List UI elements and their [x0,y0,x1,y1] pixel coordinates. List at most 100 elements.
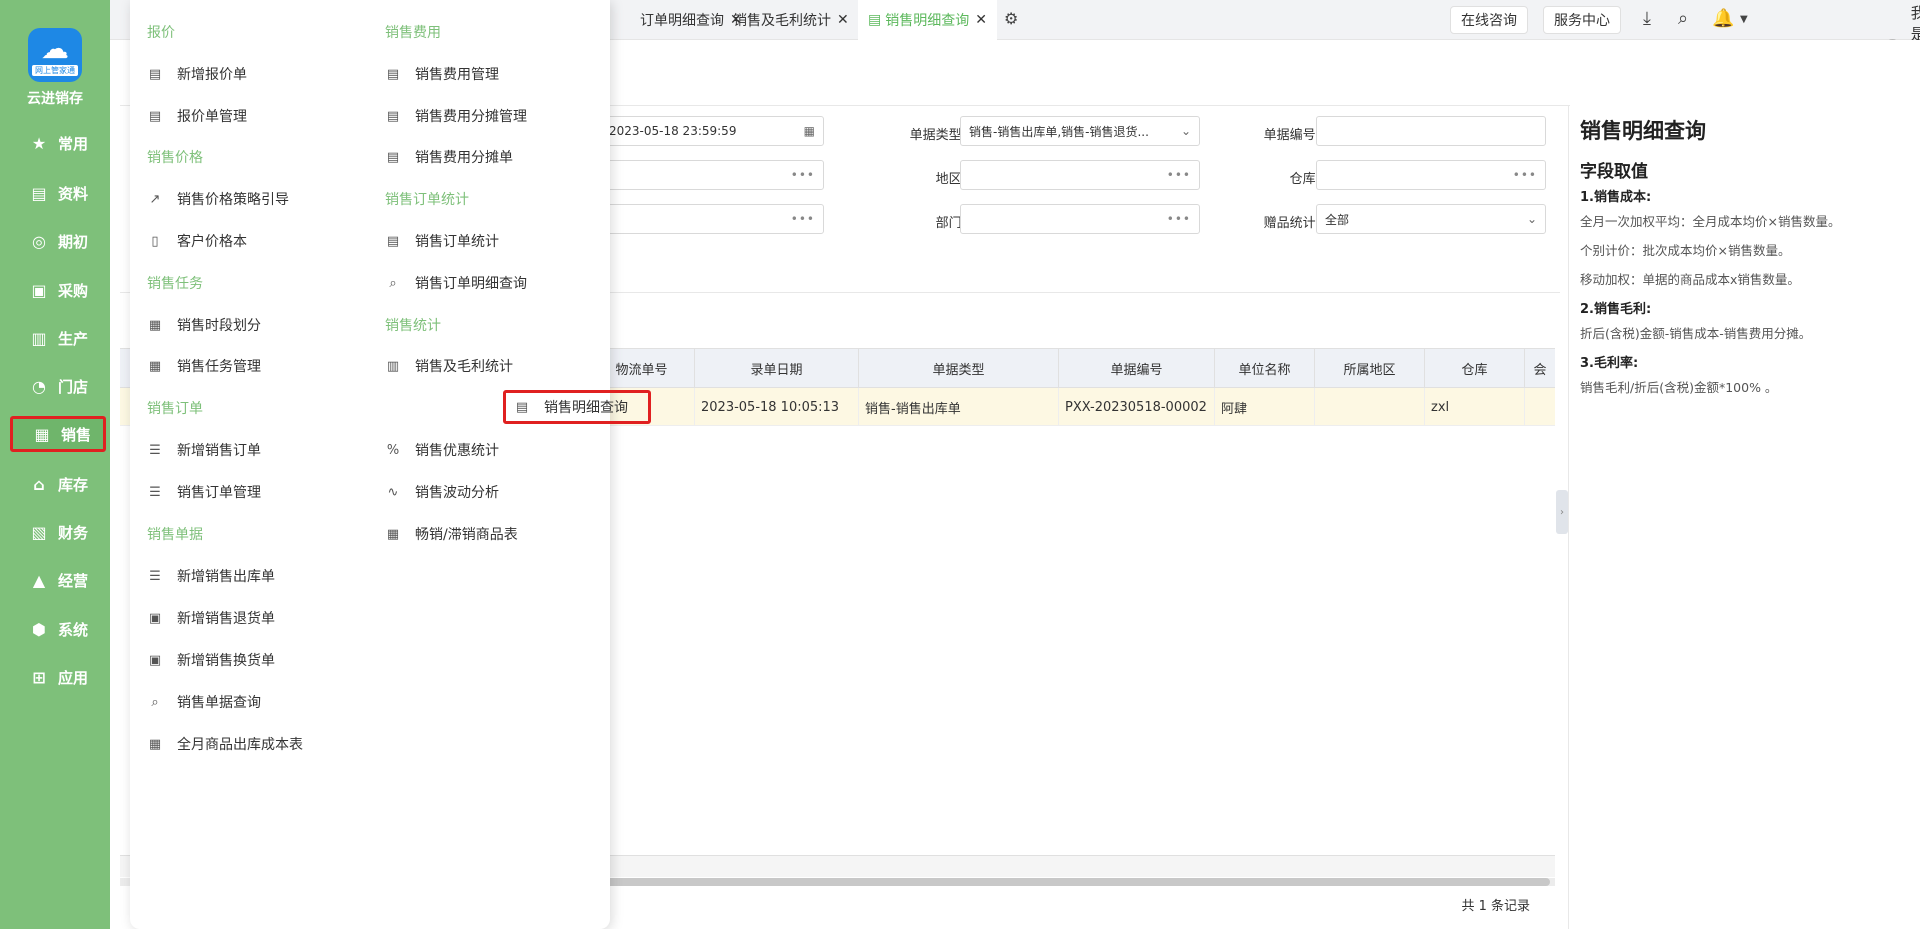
cart-icon: ▣ [31,280,47,300]
column-header[interactable]: 单据类型 [858,349,1058,387]
customer-field[interactable]: ••• [600,160,824,190]
menu-item[interactable]: ▣ 新增销售退货单 [147,608,275,628]
search-icon[interactable]: ⌕ [1678,8,1688,29]
search-doc-icon: ⌕ [151,694,159,710]
sidebar-item-production[interactable]: ▥ 生产 [0,318,110,358]
sidebar-item-store[interactable]: ◔ 门店 [0,366,110,406]
help-heading: 3.毛利率: [1580,356,1639,371]
collapse-handle[interactable]: › [1556,490,1568,534]
menu-item[interactable]: ▤ 销售费用管理 [385,64,499,84]
column-header[interactable]: 单位名称 [1214,349,1314,387]
wave-icon: ∿ [387,484,399,500]
more-icon[interactable]: ••• [791,168,815,182]
menu-item[interactable]: % 销售优惠统计 [385,440,499,460]
sidebar-item-operation[interactable]: ▲ 经营 [0,560,110,600]
cloud-download-icon[interactable]: ⤓ [1643,8,1651,29]
divider [1568,105,1569,929]
app-logo[interactable]: ☁ 网上管家通 [28,28,82,82]
menu-group-title: 销售价格 [147,150,203,166]
sidebar-item-label: 门店 [58,377,89,396]
search-doc-icon: ⌕ [389,275,397,291]
column-header[interactable]: 所属地区 [1314,349,1424,387]
product-field[interactable]: ••• [600,204,824,234]
target-icon: ◎ [32,231,46,251]
menu-item-sales-detail-query[interactable]: ▤ 销售明细查询 [503,390,651,424]
menu-item[interactable]: ⌕ 销售订单明细查询 [385,273,527,293]
sidebar-item-label: 采购 [58,281,89,300]
sidebar-item-system[interactable]: ⬢ 系统 [0,609,110,649]
column-header[interactable]: 物流单号 [600,349,682,387]
discount-icon: % [386,442,400,458]
sidebar-item-initial[interactable]: ◎ 期初 [0,221,110,261]
close-icon[interactable]: ✕ [975,12,987,28]
menu-item[interactable]: ∿ 销售波动分析 [385,482,499,502]
service-center-button[interactable]: 服务中心 [1543,6,1621,34]
menu-item[interactable]: ▦ 畅销/滞销商品表 [385,524,518,544]
help-text: 全月一次加权平均：全月成本均价×销售数量。 [1580,214,1841,229]
expense-icon: ▤ [386,108,400,124]
menu-item[interactable]: ☰ 销售订单管理 [147,482,261,502]
region-field[interactable]: ••• [960,160,1200,190]
column-header[interactable]: 录单日期 [694,349,858,387]
chevron-right-icon: › [1560,506,1564,518]
doc-type-select[interactable]: 销售-销售出库单,销售-销售退货... ⌄ [960,116,1200,146]
more-icon[interactable]: ••• [791,212,815,226]
more-icon[interactable]: ••• [1167,212,1191,226]
calendar-icon[interactable]: ▦ [804,124,815,138]
menu-item-label: 销售费用分摊管理 [415,109,527,125]
gift-label: 赠品统计: [1263,216,1320,231]
brand-tag: 网上管家通 [32,64,78,76]
list-icon: ☰ [149,484,161,500]
date-end-field[interactable]: 2023-05-18 23:59:59 ▦ [600,116,824,146]
sidebar-item-data[interactable]: ▤ 资料 [0,173,110,213]
menu-item[interactable]: ▣ 新增销售换货单 [147,650,275,670]
menu-item[interactable]: ▤ 销售订单统计 [385,231,499,251]
doc-no-input[interactable] [1316,116,1546,146]
menu-item[interactable]: ☰ 新增销售出库单 [147,566,275,586]
close-icon[interactable]: ✕ [837,12,849,28]
menu-item[interactable]: ☰ 新增销售订单 [147,440,261,460]
menu-item[interactable]: ▤ 报价单管理 [147,106,247,126]
exchange-icon: ▣ [148,652,162,668]
menu-item[interactable]: ▥ 销售及毛利统计 [385,356,513,376]
sidebar-item-label: 期初 [58,232,89,251]
tab-sales-profit[interactable]: 销售及毛利统计 ✕ [733,0,849,40]
sidebar-item-inventory[interactable]: ⌂ 库存 [0,464,110,504]
sidebar-item-common[interactable]: ★ 常用 [0,123,110,163]
more-icon[interactable]: ••• [1513,168,1537,182]
table-icon: ▦ [148,736,162,752]
warehouse-field[interactable]: ••• [1316,160,1546,190]
column-header[interactable]: 单据编号 [1058,349,1214,387]
sidebar-item-finance[interactable]: ▧ 财务 [0,512,110,552]
dept-field[interactable]: ••• [960,204,1200,234]
column-header[interactable]: 会 [1524,349,1555,387]
menu-item[interactable]: ▤ 销售费用分摊单 [385,147,513,167]
menu-item-label: 销售订单管理 [177,485,261,501]
menu-item[interactable]: ▤ 新增报价单 [147,64,247,84]
menu-item-label: 销售波动分析 [415,485,499,501]
sidebar-item-apps[interactable]: ⊞ 应用 [0,657,110,697]
menu-item[interactable]: ⌕ 销售单据查询 [147,692,261,712]
tab-sales-detail[interactable]: ▤ 销售明细查询 ✕ [858,0,997,40]
bell-icon[interactable]: 🔔 [1712,8,1734,29]
menu-item[interactable]: ▦ 销售任务管理 [147,356,261,376]
menu-item-label: 新增报价单 [177,67,247,83]
menu-item[interactable]: ▤ 销售费用分摊管理 [385,106,527,126]
menu-item[interactable]: ▦ 销售时段划分 [147,315,261,335]
sidebar-item-sales[interactable]: ▦ 销售 [10,416,106,452]
column-header[interactable]: 仓库 [1424,349,1524,387]
tab-label: 销售及毛利统计 [733,13,831,29]
menu-item-label: 销售单据查询 [177,695,261,711]
chevron-down-icon[interactable]: ▼ [1740,14,1748,25]
sidebar-item-purchase[interactable]: ▣ 采购 [0,270,110,310]
gear-icon[interactable]: ⚙ [1004,9,1018,28]
gift-select[interactable]: 全部 ⌄ [1316,204,1546,234]
online-consult-button[interactable]: 在线咨询 [1450,6,1528,34]
menu-item[interactable]: ▯ 客户价格本 [147,231,247,251]
more-icon[interactable]: ••• [1167,168,1191,182]
menu-item[interactable]: ↗ 销售价格策略引导 [147,189,289,209]
menu-item[interactable]: ▦ 全月商品出库成本表 [147,734,303,754]
chevron-down-icon: ⌄ [1526,212,1537,226]
form-icon: ▤ [148,108,162,124]
help-text: 个别计价：批次成本均价×销售数量。 [1580,243,1791,258]
